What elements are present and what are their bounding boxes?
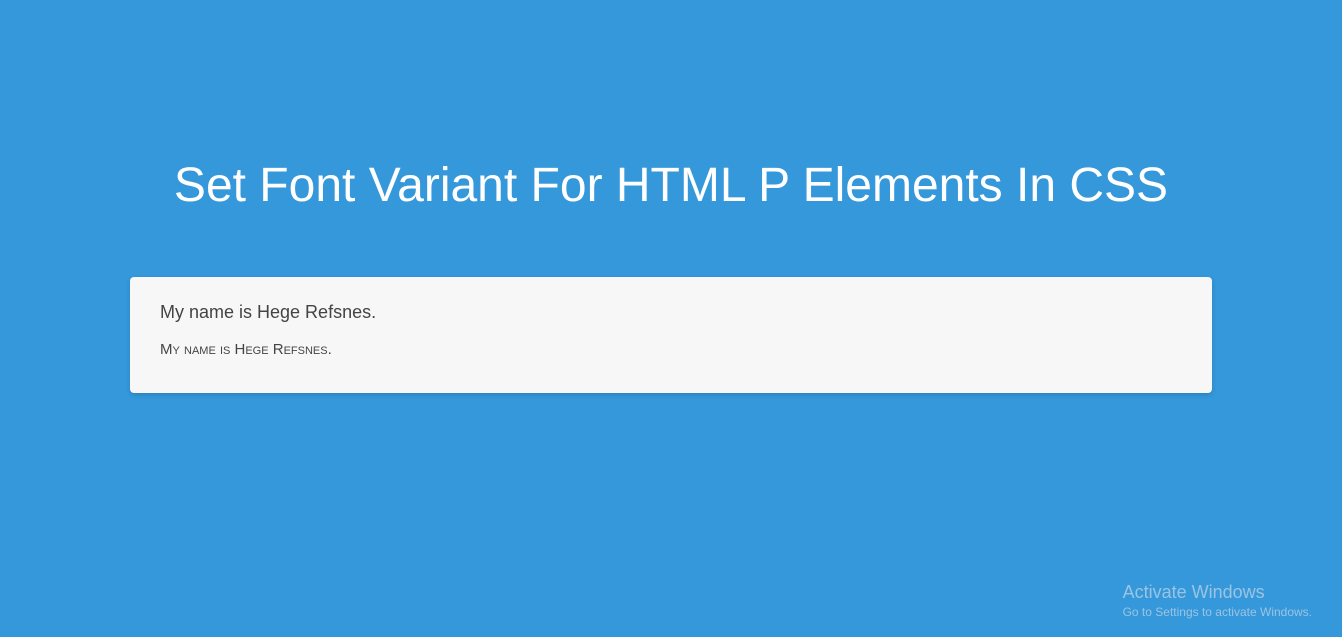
paragraph-normal: My name is Hege Refsnes. bbox=[160, 302, 1182, 323]
page-title: Set Font Variant For HTML P Elements In … bbox=[0, 0, 1342, 217]
windows-activation-watermark: Activate Windows Go to Settings to activ… bbox=[1123, 582, 1312, 619]
content-card: My name is Hege Refsnes. My name is Hege… bbox=[130, 277, 1212, 393]
paragraph-smallcaps: My name is Hege Refsnes. bbox=[160, 341, 1182, 358]
watermark-subtitle: Go to Settings to activate Windows. bbox=[1123, 605, 1312, 619]
watermark-title: Activate Windows bbox=[1123, 582, 1312, 603]
